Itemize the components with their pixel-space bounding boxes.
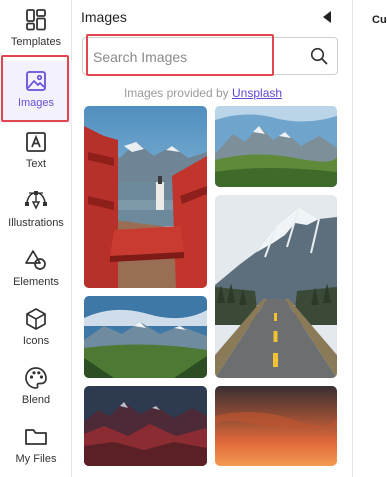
- templates-icon: [26, 9, 46, 31]
- sidebar-rail: Templates Images Text Illustrations Elem…: [0, 0, 72, 477]
- sidebar-item-elements[interactable]: Elements: [0, 240, 72, 302]
- images-panel: Images Images provided by Unsplash: [72, 0, 352, 477]
- sidebar-item-label: Illustrations: [8, 217, 64, 229]
- sidebar-item-text[interactable]: Text: [0, 122, 72, 184]
- image-thumbnail-6[interactable]: [215, 386, 337, 466]
- image-thumbnail-2[interactable]: [215, 106, 337, 187]
- elements-icon: [25, 250, 46, 270]
- sidebar-item-my-files[interactable]: My Files: [0, 417, 72, 477]
- sidebar-item-label: Blend: [21, 394, 51, 406]
- collapse-panel-icon[interactable]: [321, 10, 333, 24]
- sidebar-item-illustrations[interactable]: Illustrations: [0, 181, 72, 243]
- image-icon: [26, 71, 46, 91]
- image-thumbnail-4[interactable]: [84, 296, 207, 378]
- search-icon[interactable]: [310, 47, 328, 65]
- image-thumbnail-3[interactable]: [215, 195, 337, 378]
- sidebar-item-images[interactable]: Images: [0, 61, 72, 123]
- sidebar-item-label: Images: [17, 97, 55, 109]
- folder-icon: [25, 429, 47, 445]
- search-box: [82, 37, 338, 75]
- sidebar-item-label: Icons: [22, 335, 50, 347]
- panel-title: Images: [81, 9, 127, 25]
- search-input[interactable]: [93, 46, 298, 68]
- sidebar-item-label: Text: [25, 158, 47, 170]
- editor-window: Templates Images Text Illustrations Elem…: [0, 0, 387, 477]
- sidebar-item-icons[interactable]: Icons: [0, 299, 72, 361]
- illustrations-icon: [25, 191, 47, 210]
- unsplash-link[interactable]: Unsplash: [232, 86, 282, 100]
- text-icon: [26, 132, 46, 152]
- sidebar-item-templates[interactable]: Templates: [0, 0, 72, 62]
- sidebar-item-blend[interactable]: Blend: [0, 358, 72, 420]
- palette-icon: [25, 367, 47, 389]
- credit-text: Images provided by: [123, 86, 229, 100]
- image-thumbnail-1[interactable]: [84, 106, 207, 288]
- image-credit: Images provided by Unsplash: [72, 86, 334, 100]
- canvas-area: Cu: [352, 0, 387, 477]
- image-thumbnail-5[interactable]: [84, 386, 207, 466]
- right-panel-label: Cu: [372, 14, 387, 26]
- sidebar-item-label: Elements: [13, 276, 59, 288]
- sidebar-item-label: Templates: [10, 36, 62, 48]
- sidebar-item-label: My Files: [15, 453, 57, 465]
- cube-icon: [26, 308, 46, 330]
